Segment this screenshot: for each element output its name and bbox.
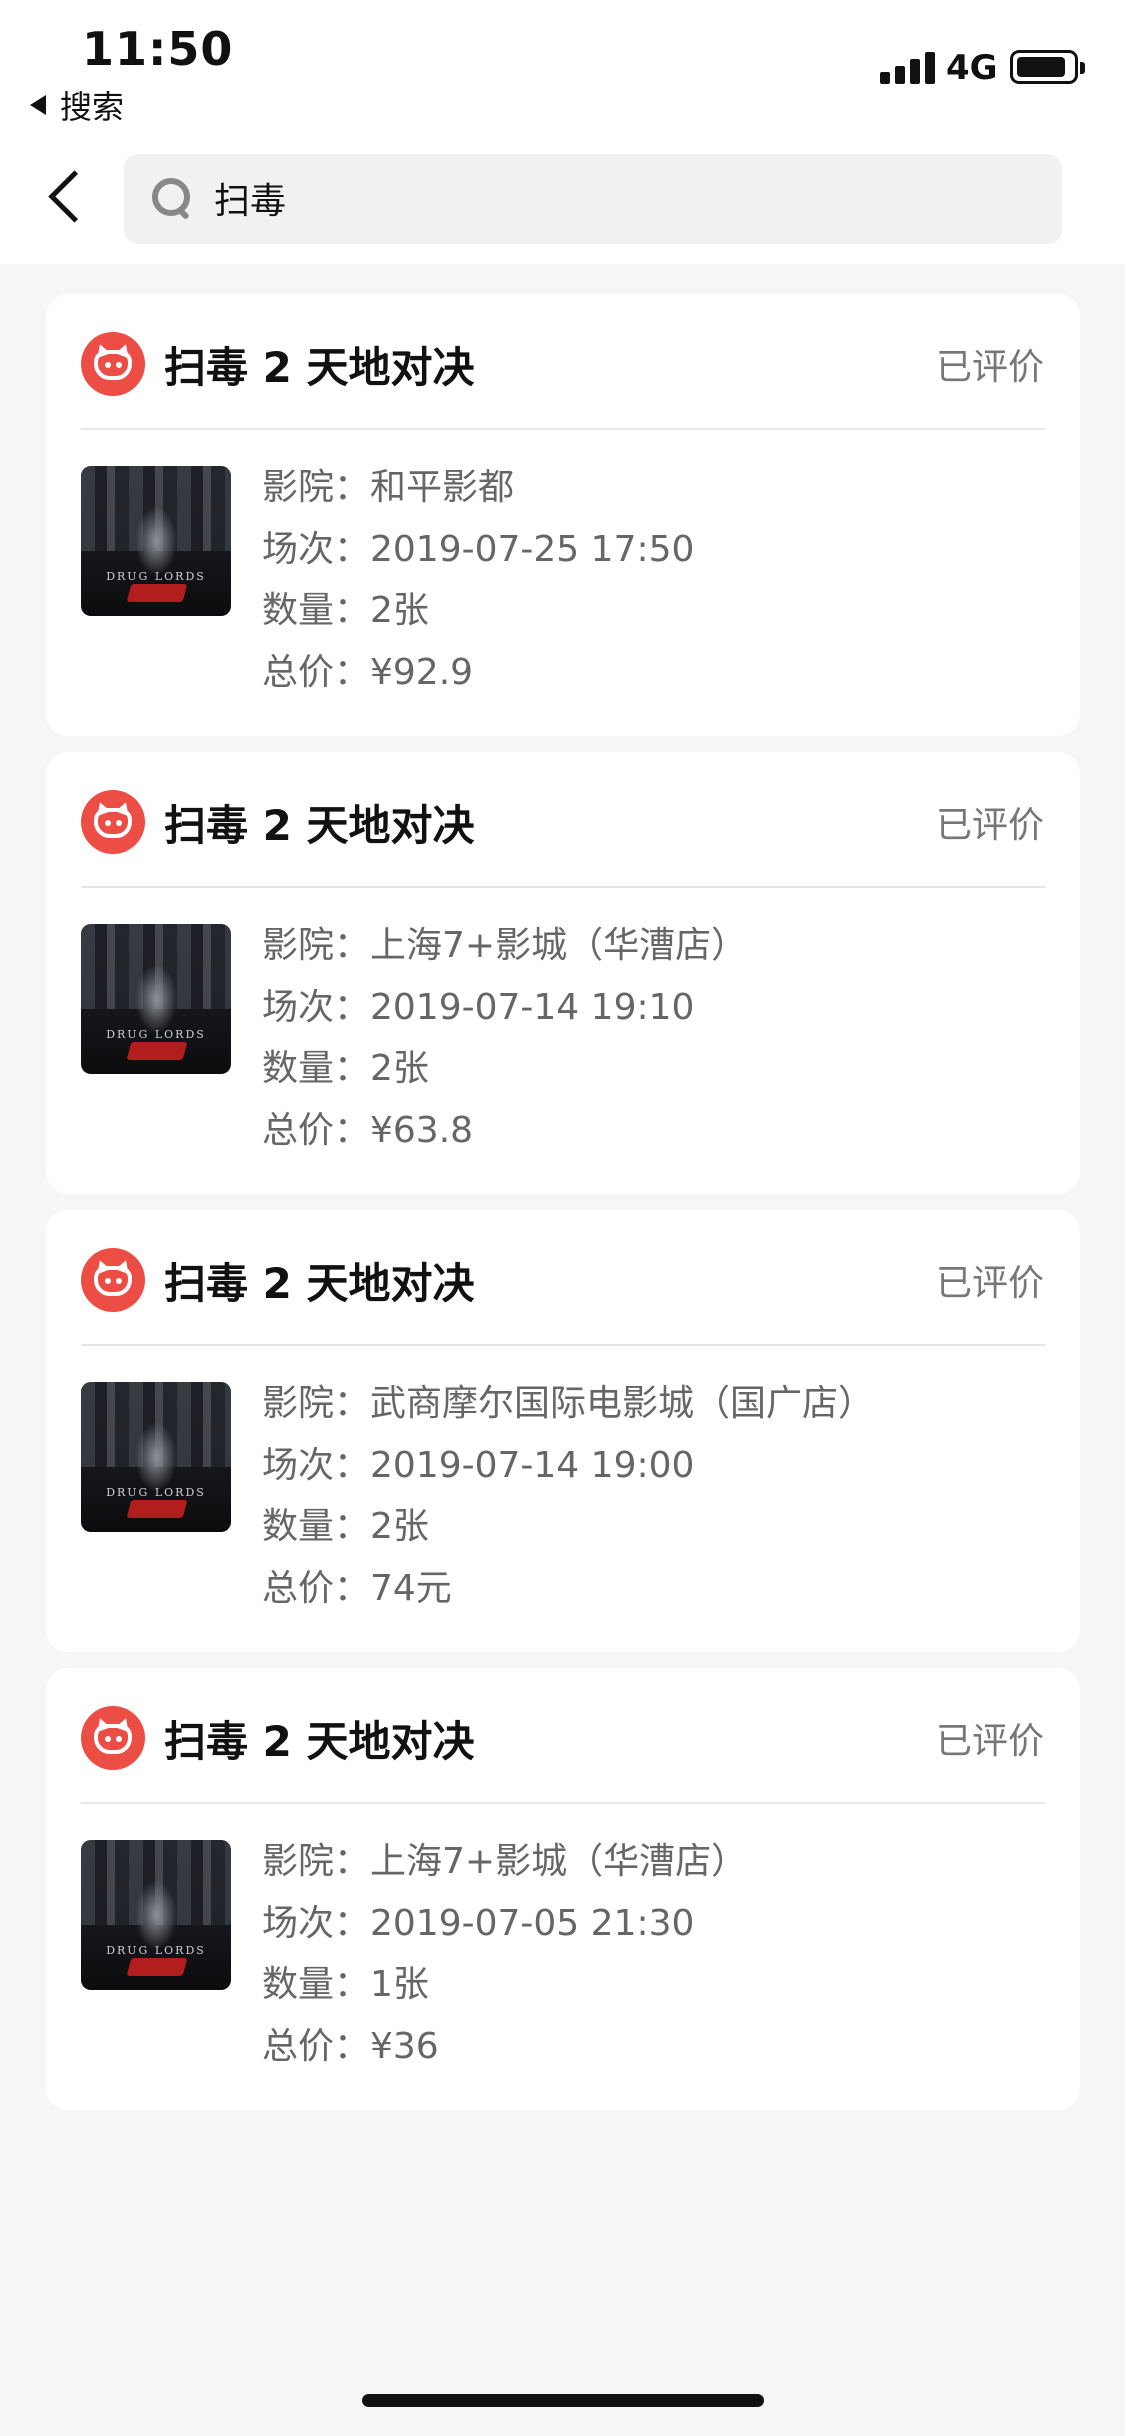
review-status[interactable]: 已评价 xyxy=(936,1254,1044,1306)
session-row: 场次：2019-07-14 19:10 xyxy=(262,986,695,1028)
poster-title: DRUG LORDS xyxy=(106,1944,206,1957)
order-card-header: 扫毒 2 天地对决 已评价 xyxy=(46,294,1080,430)
back-to-app-link[interactable]: 搜索 xyxy=(30,82,124,128)
review-status[interactable]: 已评价 xyxy=(936,338,1044,390)
quantity-row: 数量：2张 xyxy=(262,1048,429,1089)
divider xyxy=(81,428,1045,430)
search-input[interactable]: 扫毒 xyxy=(124,154,1062,244)
cinema-row: 影院：上海7+影城（华漕店） xyxy=(262,1841,748,1882)
review-status[interactable]: 已评价 xyxy=(936,1712,1044,1764)
session-row: 场次：2019-07-05 21:30 xyxy=(262,1902,695,1944)
order-card[interactable]: 扫毒 2 天地对决 已评价 DRUG LORDS 影院：和平影都 场次：2019… xyxy=(46,294,1080,736)
order-card-header: 扫毒 2 天地对决 已评价 xyxy=(46,752,1080,888)
cinema-row: 影院：武商摩尔国际电影城（国广店） xyxy=(262,1383,875,1424)
session-row: 场次：2019-07-25 17:50 xyxy=(262,528,695,570)
movie-title: 扫毒 2 天地对决 xyxy=(164,1717,475,1766)
order-card[interactable]: 扫毒 2 天地对决 已评价 DRUG LORDS 影院：武商摩尔国际电影城（国广… xyxy=(46,1210,1080,1652)
network-type: 4G xyxy=(946,48,998,88)
cinema-row: 影院：上海7+影城（华漕店） xyxy=(262,925,748,966)
total-price-row: 总价：74元 xyxy=(262,1567,452,1609)
poster-title: DRUG LORDS xyxy=(106,1486,206,1499)
search-query[interactable]: 扫毒 xyxy=(214,172,286,224)
cellular-signal-icon xyxy=(880,52,936,84)
movie-poster[interactable]: DRUG LORDS xyxy=(81,1382,231,1532)
quantity-row: 数量：2张 xyxy=(262,1506,429,1547)
status-time: 11:50 xyxy=(82,22,234,76)
divider xyxy=(81,1802,1045,1804)
maoyan-cat-logo-icon xyxy=(81,332,145,396)
status-bar: 11:50 搜索 4G xyxy=(0,0,1125,130)
order-card[interactable]: 扫毒 2 天地对决 已评价 DRUG LORDS 影院：上海7+影城（华漕店） … xyxy=(46,1668,1080,2110)
order-details: 影院：和平影都 场次：2019-07-25 17:50 数量：2张 总价：¥92… xyxy=(262,466,694,712)
movie-title: 扫毒 2 天地对决 xyxy=(164,801,475,850)
order-details: 影院：上海7+影城（华漕店） 场次：2019-07-14 19:10 数量：2张… xyxy=(262,924,747,1170)
home-indicator[interactable] xyxy=(362,2394,764,2407)
order-card[interactable]: 扫毒 2 天地对决 已评价 DRUG LORDS 影院：上海7+影城（华漕店） … xyxy=(46,752,1080,1194)
movie-poster[interactable]: DRUG LORDS xyxy=(81,466,231,616)
divider xyxy=(81,886,1045,888)
search-icon xyxy=(152,178,192,218)
divider xyxy=(81,1344,1045,1346)
total-price-row: 总价：¥36 xyxy=(262,2025,439,2067)
session-row: 场次：2019-07-14 19:00 xyxy=(262,1444,695,1486)
order-details: 影院：上海7+影城（华漕店） 场次：2019-07-05 21:30 数量：1张… xyxy=(262,1840,747,2086)
back-app-label: 搜索 xyxy=(60,88,125,126)
poster-title: DRUG LORDS xyxy=(106,1028,206,1041)
movie-poster[interactable]: DRUG LORDS xyxy=(81,1840,231,1990)
quantity-row: 数量：1张 xyxy=(262,1964,429,2005)
maoyan-cat-logo-icon xyxy=(81,790,145,854)
movie-title: 扫毒 2 天地对决 xyxy=(164,343,475,392)
movie-title: 扫毒 2 天地对决 xyxy=(164,1259,475,1308)
search-header: 扫毒 xyxy=(0,130,1125,264)
review-status[interactable]: 已评价 xyxy=(936,796,1044,848)
quantity-row: 数量：2张 xyxy=(262,590,429,631)
order-details: 影院：武商摩尔国际电影城（国广店） 场次：2019-07-14 19:00 数量… xyxy=(262,1382,874,1628)
back-triangle-icon xyxy=(30,95,46,115)
maoyan-cat-logo-icon xyxy=(81,1248,145,1312)
back-chevron-icon[interactable] xyxy=(38,168,94,228)
battery-icon xyxy=(1010,50,1085,84)
total-price-row: 总价：¥63.8 xyxy=(262,1109,474,1151)
cinema-row: 影院：和平影都 xyxy=(262,467,515,508)
order-card-header: 扫毒 2 天地对决 已评价 xyxy=(46,1668,1080,1804)
total-price-row: 总价：¥92.9 xyxy=(262,651,474,693)
maoyan-cat-logo-icon xyxy=(81,1706,145,1770)
order-list: 扫毒 2 天地对决 已评价 DRUG LORDS 影院：和平影都 场次：2019… xyxy=(46,294,1080,2126)
poster-title: DRUG LORDS xyxy=(106,570,206,583)
movie-poster[interactable]: DRUG LORDS xyxy=(81,924,231,1074)
order-card-header: 扫毒 2 天地对决 已评价 xyxy=(46,1210,1080,1346)
